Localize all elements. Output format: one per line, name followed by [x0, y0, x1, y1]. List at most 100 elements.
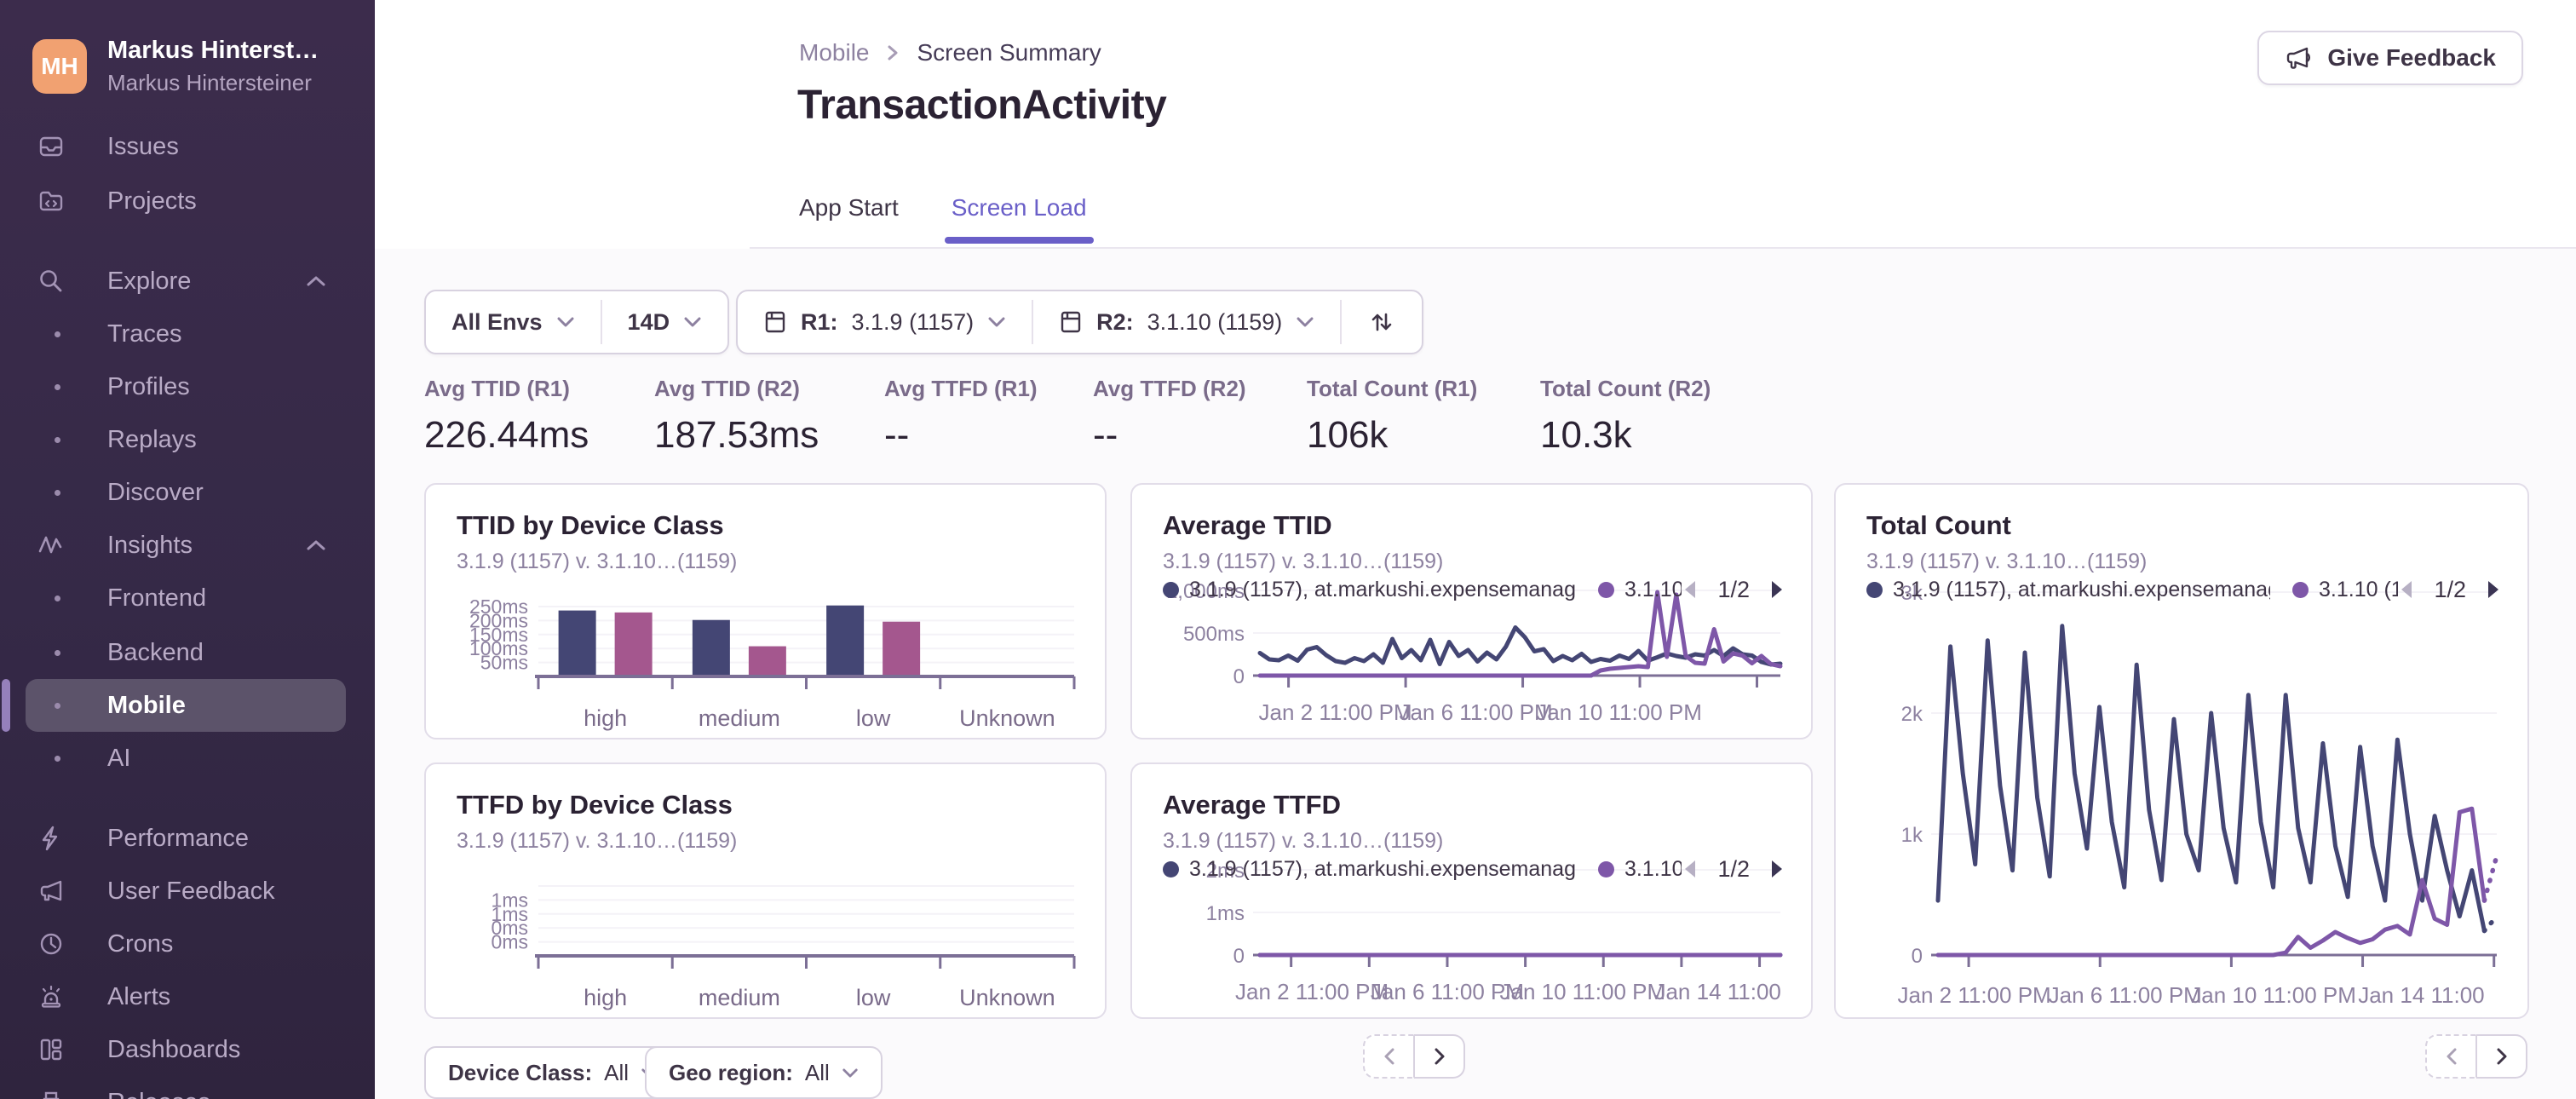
release-icon: [1059, 309, 1083, 335]
device-class-value: All: [604, 1059, 630, 1085]
sidebar-item-label: Profiles: [107, 372, 190, 400]
search-icon: [37, 268, 65, 295]
svg-text:0: 0: [1233, 665, 1245, 688]
sidebar-item-discover[interactable]: Discover: [26, 466, 346, 519]
svg-text:1k: 1k: [1901, 824, 1923, 847]
legend-series2-label[interactable]: 3.1.10 (1: [2319, 578, 2398, 602]
sidebar-item-performance[interactable]: Performance: [26, 812, 346, 865]
sidebar-item-label: AI: [107, 744, 131, 772]
legend-prev-button[interactable]: [1682, 579, 1699, 600]
release1-filter[interactable]: R1: 3.1.9 (1157): [738, 291, 1032, 353]
legend-series2-label[interactable]: 3.1.10: [1624, 578, 1682, 602]
legend-next-button[interactable]: [1768, 579, 1785, 600]
next-page-button[interactable]: [2476, 1034, 2527, 1079]
previous-page-button[interactable]: [1363, 1034, 1414, 1079]
bullet-icon: [55, 702, 60, 709]
chart-legend: 3.1.9 (1157), at.markushi.expensemanage 3…: [1163, 853, 1785, 885]
sidebar-item-label: Traces: [107, 319, 182, 348]
metric-value: 106k: [1307, 414, 1389, 456]
sidebar-item-backend[interactable]: Backend: [26, 626, 346, 679]
crons-icon: [37, 930, 65, 958]
legend-series2-label[interactable]: 3.1.10: [1624, 857, 1682, 882]
user-org-name: Markus Hintersteiner: [107, 70, 312, 95]
svg-text:high: high: [584, 985, 627, 1010]
swap-releases-button[interactable]: [1342, 291, 1422, 353]
legend-series1-label[interactable]: 3.1.9 (1157), at.markushi.expensemanage: [1893, 578, 2270, 602]
legend-series1-label[interactable]: 3.1.9 (1157), at.markushi.expensemanage: [1189, 857, 1576, 882]
sidebar-item-releases[interactable]: Releases: [26, 1076, 346, 1099]
date-range-filter[interactable]: 14D: [602, 291, 728, 353]
sidebar-item-replays[interactable]: Replays: [26, 413, 346, 466]
sidebar-item-dashboards[interactable]: Dashboards: [26, 1023, 346, 1076]
sidebar-item-label: Mobile: [107, 691, 186, 719]
previous-page-button[interactable]: [2425, 1034, 2476, 1079]
sidebar-item-traces[interactable]: Traces: [26, 308, 346, 360]
give-feedback-button[interactable]: Give Feedback: [2257, 31, 2523, 85]
chart-card-ttfd-by-device-class: 1ms 1ms 0ms 0ms high medium low Unknown TTFD by …: [424, 762, 1107, 1019]
chart-legend: 3.1.9 (1157), at.markushi.expensemanage 3…: [1866, 573, 2502, 606]
sidebar-item-projects[interactable]: Projects: [26, 175, 346, 227]
metric-avg-ttid-r2-: Avg TTID (R2) 187.53ms: [654, 376, 819, 457]
legend-next-button[interactable]: [1768, 859, 1785, 879]
svg-text:medium: medium: [699, 705, 780, 731]
releases-icon: [37, 1089, 65, 1099]
breadcrumb-current: Screen Summary: [917, 39, 1101, 66]
sidebar-item-profiles[interactable]: Profiles: [26, 360, 346, 413]
sidebar-item-ai[interactable]: AI: [26, 732, 346, 785]
legend-pager: 1/2: [1682, 856, 1785, 883]
sidebar-item-insights[interactable]: Insights: [26, 519, 346, 572]
chart-title: Total Count: [1866, 510, 2011, 540]
sidebar-item-explore[interactable]: Explore: [26, 255, 346, 308]
sidebar-item-mobile[interactable]: Mobile: [26, 679, 346, 732]
chart-subtitle: 3.1.9 (1157) v. 3.1.10…(1159): [1866, 550, 2148, 573]
sidebar-item-crons[interactable]: Crons: [26, 918, 346, 970]
legend-series1-label[interactable]: 3.1.9 (1157), at.markushi.expensemanage: [1189, 578, 1576, 602]
breadcrumb-mobile-link[interactable]: Mobile: [799, 39, 869, 66]
metric-label: Avg TTID (R1): [424, 376, 570, 401]
svg-text:Jan 2 11:00 PM: Jan 2 11:00 PM: [1259, 699, 1412, 725]
series1-dot-icon: [1163, 581, 1179, 598]
release2-filter[interactable]: R2: 3.1.10 (1159): [1033, 291, 1340, 353]
metric-label: Total Count (R1): [1307, 376, 1478, 401]
sidebar-scrollbar[interactable]: [2, 679, 10, 732]
sidebar-item-issues[interactable]: Issues: [26, 120, 346, 173]
chart-subtitle: 3.1.9 (1157) v. 3.1.10…(1159): [457, 550, 738, 573]
legend-prev-button[interactable]: [2398, 579, 2415, 600]
svg-text:Unknown: Unknown: [959, 705, 1055, 731]
legend-next-button[interactable]: [2485, 579, 2502, 600]
page-filter-group: All Envs 14D: [424, 290, 730, 354]
bullet-icon: [55, 331, 60, 337]
series1-dot-icon: [1163, 860, 1179, 877]
chart-title: TTFD by Device Class: [457, 790, 733, 820]
legend-page-indicator: 1/2: [1717, 576, 1750, 602]
alerts-icon: [37, 983, 65, 1010]
chart-subtitle: 3.1.9 (1157) v. 3.1.10…(1159): [1163, 550, 1444, 573]
sidebar-item-user-feedback[interactable]: User Feedback: [26, 865, 346, 918]
legend-prev-button[interactable]: [1682, 859, 1699, 879]
page-title: TransactionActivity: [797, 83, 1167, 128]
sidebar-item-frontend[interactable]: Frontend: [26, 572, 346, 624]
chevron-down-icon: [683, 316, 702, 328]
tab-screen-load[interactable]: Screen Load: [944, 194, 1094, 244]
environment-filter[interactable]: All Envs: [426, 291, 601, 353]
next-page-button[interactable]: [1414, 1034, 1465, 1079]
series1-dot-icon: [1866, 581, 1883, 598]
metric-value: --: [1093, 414, 1118, 456]
chart-title: Average TTID: [1163, 510, 1332, 540]
svg-text:Jan 14 11:00: Jan 14 11:00: [2358, 982, 2484, 1008]
chart-card-average-ttid: 1,000ms 500ms 0 Jan 2 11:00 PM Jan 6 11:00 P…: [1130, 483, 1813, 739]
sidebar-item-alerts[interactable]: Alerts: [26, 970, 346, 1023]
total-count-pagination: [2425, 1034, 2527, 1079]
give-feedback-label: Give Feedback: [2327, 44, 2496, 71]
device-class-filter[interactable]: Device Class: All: [424, 1046, 682, 1099]
svg-text:0: 0: [1912, 945, 1923, 968]
tab-app-start[interactable]: App Start: [799, 194, 899, 240]
insights-icon: [37, 532, 65, 559]
user-menu[interactable]: MH Markus Hinterst… Markus Hintersteiner: [0, 31, 375, 102]
ttfd-pagination: [1363, 1034, 1465, 1079]
geo-region-filter[interactable]: Geo region: All: [645, 1046, 883, 1099]
chart-subtitle: 3.1.9 (1157) v. 3.1.10…(1159): [1163, 829, 1444, 853]
issues-icon: [37, 133, 65, 160]
svg-text:Jan 2 11:00 PM: Jan 2 11:00 PM: [1235, 979, 1389, 1004]
svg-text:50ms: 50ms: [480, 652, 528, 674]
